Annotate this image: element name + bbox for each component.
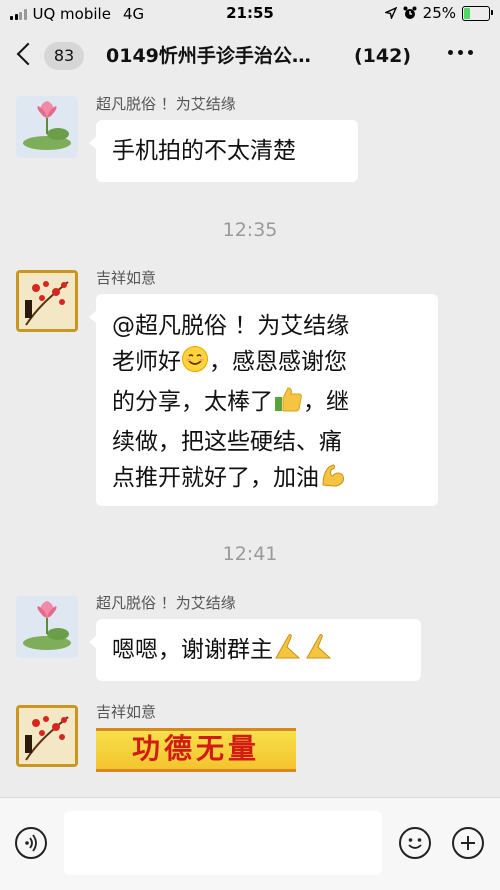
battery-percent: 25%: [422, 4, 456, 22]
location-icon: [384, 7, 397, 19]
message-bubble[interactable]: @超凡脱俗 ！为艾结缘 老师好 ，感恩感谢您 的分享，太棒了 ，继 续做，把这些硬结…: [89, 294, 438, 506]
message-line: 续做，把这些硬结、痛: [112, 429, 342, 455]
sender-name: 超凡脱俗 ！为艾结缘: [96, 594, 236, 612]
smile-emoji-icon: [181, 345, 209, 384]
chat-header: 83 0149忻州手诊手治公… (142): [0, 28, 500, 84]
message-input[interactable]: [64, 811, 382, 875]
message-line: 的分享，太棒了 ，继: [112, 384, 422, 424]
flexed-biceps-emoji-icon: [319, 461, 347, 500]
plum-blossom-avatar[interactable]: [16, 705, 78, 767]
input-bar: [0, 797, 500, 890]
timestamp: 12:41: [222, 543, 278, 565]
message-line: 点推开就好了，加油: [112, 460, 422, 500]
lotus-avatar[interactable]: [16, 596, 78, 658]
sticker-message[interactable]: 功德无量: [96, 728, 296, 772]
plum-blossom-avatar[interactable]: [16, 270, 78, 332]
plus-icon[interactable]: [452, 827, 484, 859]
timestamp: 12:35: [222, 219, 278, 241]
sender-name: 吉祥如意: [96, 703, 157, 721]
alarm-icon: [403, 6, 417, 19]
status-bar: UQ mobile 4G 21:55 25%: [0, 0, 500, 28]
unread-count-badge[interactable]: 83: [44, 42, 84, 70]
emoji-icon[interactable]: [399, 827, 431, 859]
message-line: @超凡脱俗 ！为艾结缘: [112, 313, 350, 339]
lotus-avatar[interactable]: [16, 96, 78, 158]
voice-icon[interactable]: [15, 827, 47, 859]
message-text: 嗯嗯，谢谢群主: [112, 637, 273, 663]
sender-name: 超凡脱俗 ！为艾结缘: [96, 95, 236, 113]
folded-hands-emoji-icon: [273, 623, 335, 685]
member-count: (142): [354, 45, 412, 67]
message-line: 老师好 ，感恩感谢您: [112, 344, 422, 384]
message-text: 手机拍的不太清楚: [112, 138, 296, 164]
sender-name: 吉祥如意: [96, 269, 157, 287]
message-bubble[interactable]: 手机拍的不太清楚: [89, 120, 358, 182]
battery-icon: [462, 5, 493, 21]
message-bubble[interactable]: 嗯嗯，谢谢群主: [89, 619, 421, 681]
more-icon[interactable]: [448, 50, 473, 55]
thumbs-up-emoji-icon: [273, 385, 303, 424]
chat-title: 0149忻州手诊手治公…: [106, 45, 311, 67]
